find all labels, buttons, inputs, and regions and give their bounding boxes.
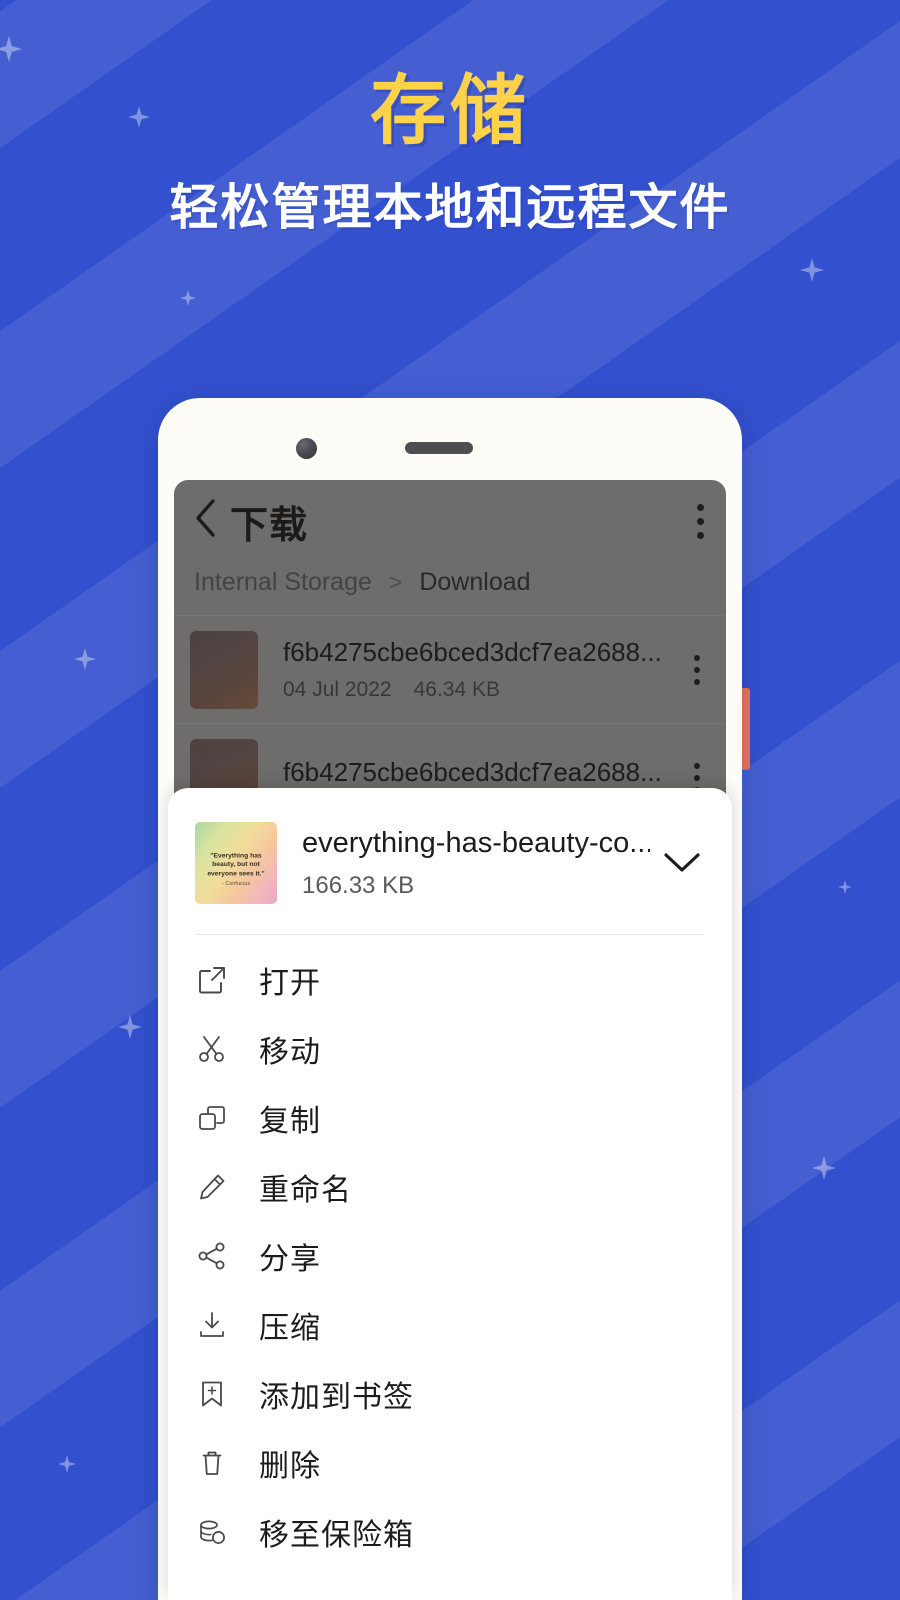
menu-item-label: 打开 bbox=[259, 966, 321, 1000]
phone-front-camera-icon bbox=[296, 438, 317, 459]
bookmark-add-icon bbox=[195, 1377, 229, 1411]
menu-item-label: 移动 bbox=[259, 1035, 321, 1069]
selected-file-size: 166.33 KB bbox=[302, 871, 415, 899]
sparkle-star-icon bbox=[118, 1015, 142, 1039]
file-date: 04 Jul 2022 bbox=[283, 678, 392, 701]
menu-item-label: 分享 bbox=[259, 1242, 321, 1276]
scissors-icon bbox=[195, 1032, 229, 1066]
sparkle-star-icon bbox=[812, 1156, 836, 1180]
file-thumbnail: "Everything has beauty, but not everyone… bbox=[195, 822, 277, 904]
compress-icon bbox=[195, 1308, 229, 1342]
page-title: 存储 bbox=[370, 69, 530, 154]
menu-item-label: 复制 bbox=[259, 1104, 321, 1138]
breadcrumb-root[interactable]: Internal Storage bbox=[194, 568, 372, 597]
safe-box-icon bbox=[195, 1515, 229, 1549]
sparkle-star-icon bbox=[180, 290, 196, 306]
file-size: 46.34 KB bbox=[413, 678, 500, 701]
chevron-right-icon: > bbox=[388, 569, 403, 595]
menu-item-copy[interactable]: 复制 bbox=[168, 1083, 732, 1152]
app-bar: 下载 bbox=[174, 480, 726, 558]
kebab-menu-icon[interactable] bbox=[694, 654, 700, 685]
share-nodes-icon bbox=[195, 1239, 229, 1273]
kebab-menu-icon[interactable] bbox=[697, 504, 704, 539]
chevron-down-icon[interactable] bbox=[662, 850, 702, 876]
file-name: f6b4275cbe6bced3dcf7ea2688... bbox=[283, 757, 662, 787]
trash-icon bbox=[195, 1446, 229, 1480]
sparkle-star-icon bbox=[838, 880, 852, 894]
menu-item-open[interactable]: 打开 bbox=[168, 945, 732, 1014]
back-icon[interactable] bbox=[192, 497, 220, 539]
menu-item-rename[interactable]: 重命名 bbox=[168, 1152, 732, 1221]
file-name: f6b4275cbe6bced3dcf7ea2688... bbox=[283, 637, 662, 667]
promo-screenshot: 存储 轻松管理本地和远程文件 下载 Internal Storage > Dow… bbox=[0, 0, 900, 1600]
sparkle-star-icon bbox=[74, 648, 96, 670]
breadcrumb: Internal Storage > Download bbox=[174, 568, 726, 597]
phone-earpiece-speaker bbox=[405, 442, 473, 454]
sparkle-star-icon bbox=[0, 36, 22, 62]
menu-item-move-to-safe[interactable]: 移至保险箱 bbox=[168, 1497, 732, 1566]
copy-icon bbox=[195, 1101, 229, 1135]
menu-item-compress[interactable]: 压缩 bbox=[168, 1290, 732, 1359]
breadcrumb-current[interactable]: Download bbox=[419, 568, 530, 597]
sparkle-star-icon bbox=[800, 258, 824, 282]
file-thumbnail bbox=[190, 630, 258, 709]
file-action-menu: 打开 移动 复制 重命名 分享 压缩 添加到书签 删除 移至保险箱 bbox=[168, 935, 732, 1566]
pencil-icon bbox=[195, 1170, 229, 1204]
file-actions-bottom-sheet: "Everything has beauty, but not everyone… bbox=[168, 788, 732, 1600]
bottom-sheet-header: "Everything has beauty, but not everyone… bbox=[168, 788, 732, 904]
menu-item-move[interactable]: 移动 bbox=[168, 1014, 732, 1083]
sparkle-star-icon bbox=[58, 1455, 76, 1473]
phone-volume-button[interactable] bbox=[742, 688, 750, 770]
app-bar-title: 下载 bbox=[230, 505, 309, 547]
page-subtitle: 轻松管理本地和远程文件 bbox=[169, 181, 731, 235]
menu-item-label: 重命名 bbox=[259, 1173, 352, 1207]
thumbnail-quote-text: "Everything has beauty, but not everyone… bbox=[207, 852, 265, 878]
menu-item-share[interactable]: 分享 bbox=[168, 1221, 732, 1290]
selected-file-name: everything-has-beauty-co... bbox=[302, 826, 650, 859]
menu-item-add-bookmark[interactable]: 添加到书签 bbox=[168, 1359, 732, 1428]
menu-item-label: 删除 bbox=[259, 1449, 321, 1483]
promo-headline: 存储 轻松管理本地和远程文件 bbox=[0, 74, 900, 233]
thumbnail-author-text: - Confucius bbox=[221, 881, 251, 887]
menu-item-delete[interactable]: 删除 bbox=[168, 1428, 732, 1497]
open-external-icon bbox=[195, 963, 229, 997]
menu-item-label: 添加到书签 bbox=[259, 1380, 414, 1414]
menu-item-label: 移至保险箱 bbox=[259, 1518, 414, 1552]
menu-item-label: 压缩 bbox=[259, 1311, 321, 1345]
table-row[interactable]: f6b4275cbe6bced3dcf7ea2688... 04 Jul 202… bbox=[174, 615, 726, 723]
